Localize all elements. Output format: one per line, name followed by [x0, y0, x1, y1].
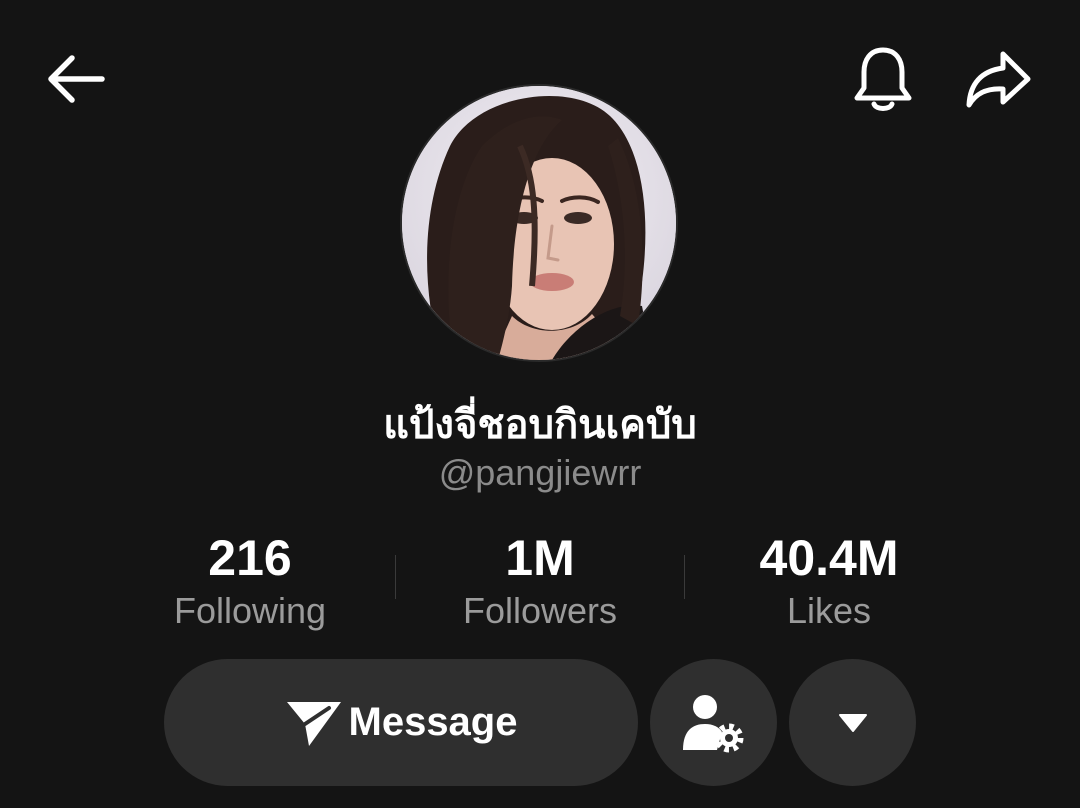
following-label: Following: [173, 590, 327, 631]
bell-icon: [854, 47, 912, 111]
stat-followers[interactable]: 1M Followers: [395, 528, 685, 634]
following-count: 216: [208, 530, 292, 586]
likes-label: Likes: [786, 590, 872, 631]
notification-button[interactable]: [848, 42, 918, 116]
username-handle: @pangjiewrr: [438, 452, 642, 493]
user-settings-button[interactable]: [650, 659, 777, 786]
paper-plane-icon: [286, 701, 341, 746]
stat-likes[interactable]: 40.4M Likes: [684, 528, 974, 634]
arrow-left-icon: [48, 55, 105, 103]
back-button[interactable]: [40, 46, 110, 112]
message-button[interactable]: Message: [164, 659, 638, 786]
display-name: แป้งจี่ชอบกินเคบับ: [383, 402, 697, 448]
share-arrow-icon: [966, 51, 1031, 108]
message-label: Message: [348, 700, 518, 744]
avatar-portrait: [402, 86, 676, 360]
user-gear-icon: [682, 694, 743, 752]
more-options-button[interactable]: [789, 659, 916, 786]
triangle-down-icon: [838, 713, 867, 732]
likes-count: 40.4M: [759, 530, 899, 586]
profile-avatar[interactable]: [400, 84, 678, 362]
followers-count: 1M: [505, 530, 575, 586]
followers-label: Followers: [462, 590, 618, 631]
share-button[interactable]: [960, 46, 1036, 112]
stat-following[interactable]: 216 Following: [105, 528, 395, 634]
